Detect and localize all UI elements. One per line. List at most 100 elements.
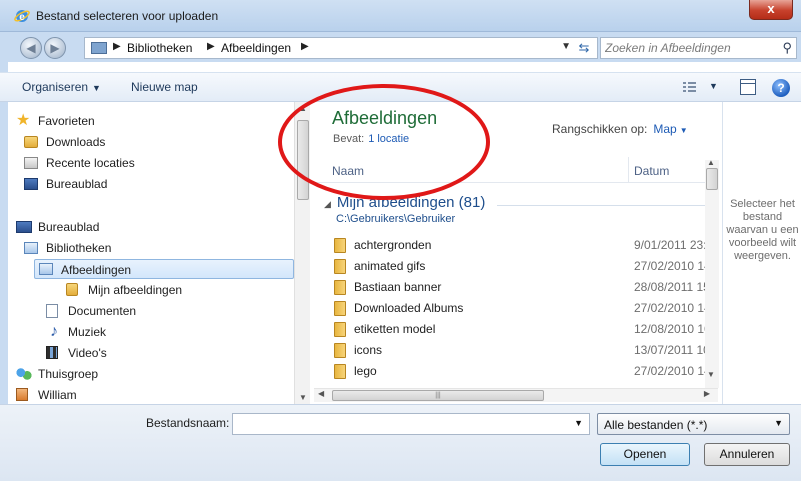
new-folder-button[interactable]: Nieuwe map bbox=[131, 80, 198, 94]
contains-label: Bevat: bbox=[333, 133, 365, 145]
close-button[interactable]: x bbox=[749, 0, 793, 20]
video-icon bbox=[46, 346, 58, 359]
list-item[interactable]: etiketten model 12/08/2010 10:2 bbox=[330, 319, 720, 340]
file-type-select[interactable]: Alle bestanden (*.*) ▼ bbox=[597, 413, 790, 435]
breadcrumb-separator-icon[interactable]: ▶ bbox=[113, 41, 121, 52]
breadcrumb-afbeeldingen[interactable]: Afbeeldingen bbox=[221, 41, 291, 55]
scrollbar-thumb[interactable]: ||| bbox=[332, 390, 544, 401]
preview-pane-icon[interactable] bbox=[740, 79, 756, 95]
sidebar-item-label: Bureaublad bbox=[46, 177, 108, 191]
file-name: achtergronden bbox=[354, 238, 432, 252]
forward-arrow-icon: ▶ bbox=[50, 41, 60, 55]
help-icon[interactable]: ? bbox=[772, 79, 790, 97]
file-type-value: Alle bestanden (*.*) bbox=[604, 418, 708, 432]
search-input[interactable] bbox=[605, 40, 773, 56]
filename-label: Bestandsnaam: bbox=[146, 416, 230, 430]
list-item[interactable]: animated gifs 27/02/2010 14:2 bbox=[330, 256, 720, 277]
list-item[interactable]: Bastiaan banner 28/08/2011 15:0 bbox=[330, 277, 720, 298]
file-list-scrollbar[interactable]: ▲ ▼ bbox=[705, 158, 719, 388]
arrange-value-dropdown[interactable]: Map bbox=[653, 122, 676, 136]
scroll-down-icon[interactable]: ▼ bbox=[295, 393, 311, 402]
list-item[interactable]: Downloaded Albums 27/02/2010 14:2 bbox=[330, 298, 720, 319]
open-button[interactable]: Openen bbox=[600, 443, 690, 466]
folder-icon bbox=[334, 301, 346, 316]
column-divider[interactable] bbox=[628, 157, 629, 183]
documents-icon bbox=[46, 304, 58, 318]
folder-icon bbox=[334, 322, 346, 337]
view-options-icon[interactable] bbox=[681, 79, 707, 95]
group-divider bbox=[497, 205, 707, 206]
search-box[interactable]: ⚲ bbox=[600, 37, 797, 59]
title-bar: e Bestand selecteren voor uploaden x bbox=[0, 0, 801, 32]
column-name-header[interactable]: Naam bbox=[332, 164, 364, 178]
homegroup-icon bbox=[16, 367, 32, 381]
breadcrumb-separator-icon[interactable]: ▶ bbox=[207, 41, 215, 52]
library-subtitle: Bevat: 1 locatie bbox=[333, 133, 409, 145]
scrollbar-thumb[interactable] bbox=[706, 168, 718, 190]
organize-button[interactable]: Organiseren ▼ bbox=[22, 80, 101, 94]
scroll-right-icon[interactable]: ▶ bbox=[704, 389, 710, 398]
sidebar-item-label: Thuisgroep bbox=[38, 367, 99, 381]
chevron-down-icon[interactable]: ▼ bbox=[680, 126, 688, 135]
sidebar-item-afbeeldingen[interactable]: Afbeeldingen bbox=[34, 259, 294, 279]
column-header: Naam Datum bbox=[314, 157, 718, 183]
address-dropdown-icon[interactable]: ▼ bbox=[561, 41, 571, 52]
chevron-down-icon: ▼ bbox=[92, 83, 101, 93]
folder-icon bbox=[334, 364, 346, 379]
group-path-link[interactable]: C:\Gebruikers\Gebruiker bbox=[336, 213, 455, 225]
downloads-folder-icon bbox=[24, 136, 38, 148]
navigation-bar: ◀ ▶ ▶ Bibliotheken ▶ Afbeeldingen ▶ ▼ ⇆ … bbox=[0, 32, 801, 62]
refresh-icon[interactable]: ⇆ bbox=[575, 40, 593, 56]
horizontal-scrollbar[interactable]: ◀ ||| ▶ bbox=[314, 388, 718, 402]
window-title: Bestand selecteren voor uploaden bbox=[36, 9, 219, 23]
search-icon[interactable]: ⚲ bbox=[782, 40, 792, 56]
command-toolbar: Organiseren ▼ Nieuwe map ▼ ? bbox=[0, 72, 801, 102]
sidebar-item-label: Favorieten bbox=[38, 114, 95, 128]
list-item[interactable]: lego 27/02/2010 14:2 bbox=[330, 361, 720, 382]
group-header[interactable]: ◢ Mijn afbeeldingen (81) bbox=[324, 194, 485, 211]
libraries-icon bbox=[24, 242, 38, 254]
forward-button[interactable]: ▶ bbox=[44, 37, 66, 59]
arrange-label: Rangschikken op: bbox=[552, 122, 648, 136]
scrollbar-thumb[interactable] bbox=[297, 120, 309, 200]
back-arrow-icon: ◀ bbox=[26, 41, 36, 55]
column-date-header[interactable]: Datum bbox=[634, 164, 669, 178]
filename-field[interactable]: ▼ bbox=[232, 413, 590, 435]
desktop-icon bbox=[24, 178, 38, 190]
sidebar-item-label: Video's bbox=[68, 346, 107, 360]
scroll-up-icon[interactable]: ▲ bbox=[707, 158, 715, 167]
list-item[interactable]: icons 13/07/2011 10:3 bbox=[330, 340, 720, 361]
group-title: Mijn afbeeldingen (81) bbox=[336, 194, 486, 211]
file-name: Bastiaan banner bbox=[354, 280, 442, 294]
collapse-icon[interactable]: ◢ bbox=[324, 199, 331, 209]
scroll-down-icon[interactable]: ▼ bbox=[707, 370, 715, 379]
view-dropdown-icon[interactable]: ▼ bbox=[709, 81, 718, 91]
chevron-down-icon: ▼ bbox=[774, 418, 783, 428]
preview-message: Selecteer het bestand waarvan u een voor… bbox=[726, 198, 799, 262]
library-icon bbox=[91, 42, 107, 54]
sidebar-item-label: Mijn afbeeldingen bbox=[88, 283, 183, 297]
cancel-button[interactable]: Annuleren bbox=[704, 443, 790, 466]
preview-pane: Selecteer het bestand waarvan u een voor… bbox=[722, 102, 801, 404]
locations-link[interactable]: 1 locatie bbox=[368, 133, 409, 145]
scroll-left-icon[interactable]: ◀ bbox=[318, 389, 324, 398]
navigation-scrollbar[interactable]: ▲ ▼ bbox=[294, 102, 310, 404]
filename-dropdown-icon[interactable]: ▼ bbox=[574, 418, 583, 428]
filename-input[interactable] bbox=[237, 416, 567, 432]
scroll-up-icon[interactable]: ▲ bbox=[295, 104, 311, 113]
sidebar-item-label: Afbeeldingen bbox=[61, 263, 132, 277]
folder-icon bbox=[334, 259, 346, 274]
svg-text:e: e bbox=[19, 12, 25, 23]
file-name: Downloaded Albums bbox=[354, 301, 464, 315]
sidebar-item-label: Muziek bbox=[68, 325, 107, 339]
music-icon: ♪ bbox=[50, 323, 58, 340]
breadcrumb-bibliotheken[interactable]: Bibliotheken bbox=[127, 41, 192, 55]
list-item[interactable]: achtergronden 9/01/2011 23:33 bbox=[330, 235, 720, 256]
breadcrumb-separator-icon[interactable]: ▶ bbox=[301, 41, 309, 52]
address-bar[interactable]: ▶ Bibliotheken ▶ Afbeeldingen ▶ ▼ ⇆ bbox=[84, 37, 598, 59]
sidebar-item-label: Recente locaties bbox=[46, 156, 135, 170]
sidebar-item-label: William bbox=[38, 388, 77, 402]
file-name: icons bbox=[354, 343, 383, 357]
sidebar-item-label: Documenten bbox=[68, 304, 137, 318]
back-button[interactable]: ◀ bbox=[20, 37, 42, 59]
